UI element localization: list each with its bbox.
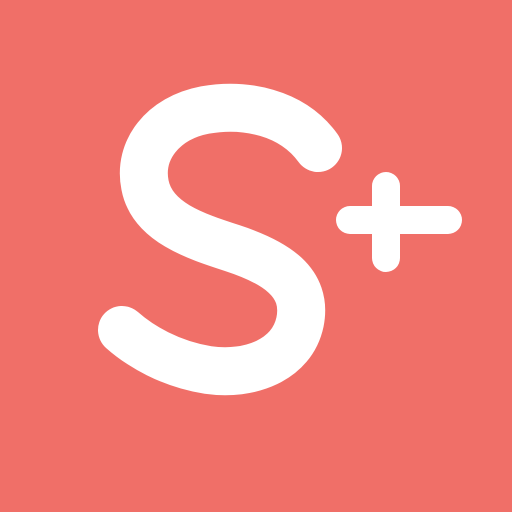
app-icon — [0, 0, 512, 512]
s-plus-logo-icon — [0, 0, 512, 512]
